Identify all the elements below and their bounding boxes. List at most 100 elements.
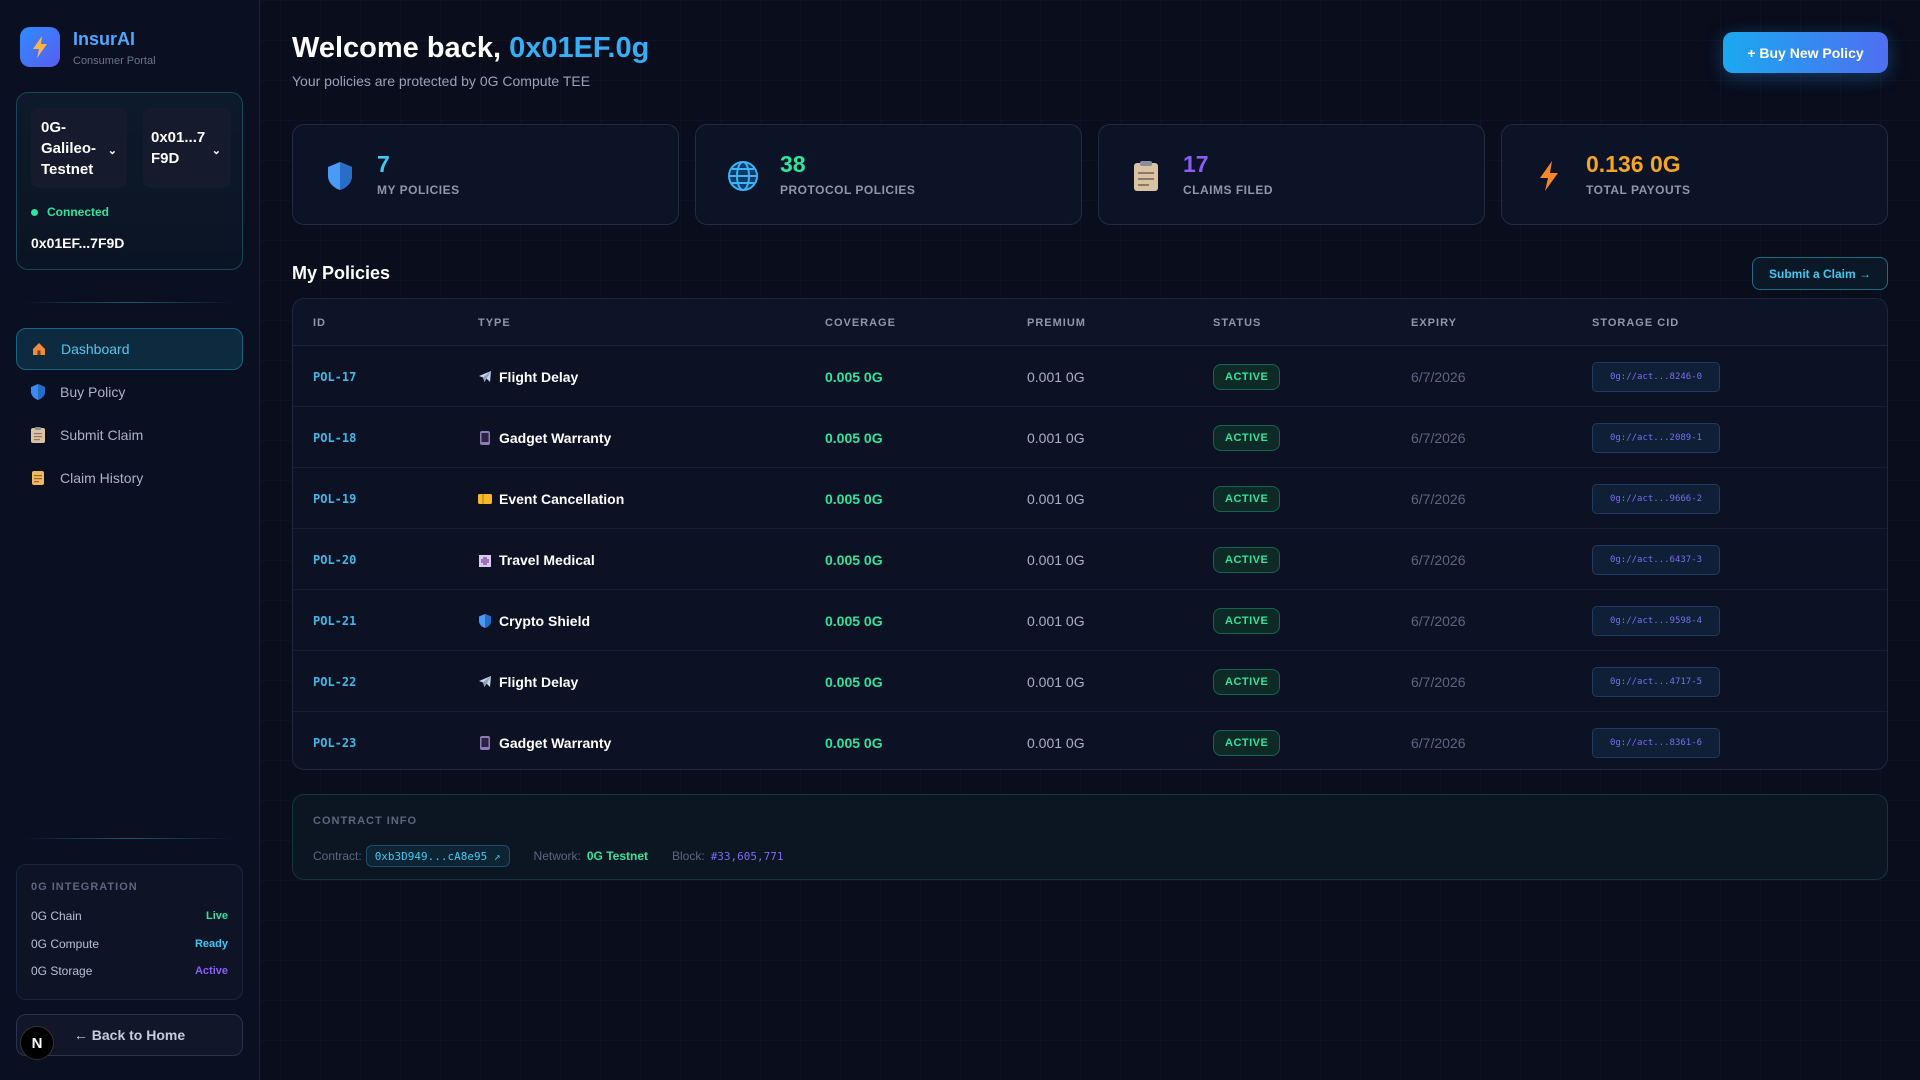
policy-coverage: 0.005 0G [825, 673, 883, 690]
stat-value: 17 [1183, 151, 1209, 177]
integration-label: 0G Storage [31, 964, 93, 978]
policy-status: ACTIVE [1213, 407, 1281, 468]
policy-expiry: 6/7/2026 [1411, 734, 1466, 751]
storage-cid-link[interactable]: 0g://act...8246-0 [1592, 361, 1720, 392]
main-content: Welcome back, 0x01EF.0g Your policies ar… [260, 0, 1920, 1080]
policy-id[interactable]: POL-20 [313, 529, 356, 590]
lightning-logo-icon [20, 27, 60, 67]
policy-id[interactable]: POL-21 [313, 590, 356, 651]
status-badge: ACTIVE [1213, 607, 1281, 634]
storage-cid-link[interactable]: 0g://act...6437-3 [1592, 544, 1720, 575]
brand[interactable]: InsurAI Consumer Portal [20, 27, 156, 67]
table-row[interactable]: POL-20 Travel Medical 0.005 0G 0.001 0G ACTI… [293, 529, 1887, 590]
divider [22, 302, 236, 303]
chevron-down-icon: ⌄ [211, 145, 221, 157]
integration-label: 0G Compute [31, 937, 100, 951]
policy-type: Flight Delay [478, 651, 578, 712]
account-selector[interactable]: 0x01...7F9D ⌄ [143, 108, 231, 188]
contract-address-link[interactable]: 0xb3D949...cA8e95 ↗ [365, 845, 510, 867]
ticket-icon [478, 492, 492, 506]
username: 0x01EF.0g [509, 32, 650, 64]
brand-name: InsurAI [73, 28, 136, 49]
sidebar-item-submit-claim[interactable]: Submit Claim [16, 414, 243, 456]
contract-info-panel: CONTRACT INFO Contract: 0xb3D949...cA8e9… [292, 794, 1888, 880]
sidebar-item-dashboard[interactable]: Dashboard [16, 328, 243, 370]
policy-type-label: Gadget Warranty [499, 734, 612, 751]
network-selector[interactable]: 0G-Galileo-Testnet ⌄ [31, 108, 127, 188]
table-row[interactable]: POL-19 Event Cancellation 0.005 0G 0.001 0G… [293, 468, 1887, 529]
sidebar-item-label: Dashboard [61, 341, 130, 357]
network-value: 0G Testnet [586, 849, 648, 863]
policy-id[interactable]: POL-17 [313, 346, 356, 407]
policy-id[interactable]: POL-23 [313, 712, 356, 769]
clipboard-icon [30, 427, 46, 443]
policy-expiry: 6/7/2026 [1411, 490, 1466, 507]
policy-premium: 0.001 0G [1027, 612, 1085, 629]
policy-status: ACTIVE [1213, 468, 1281, 529]
integration-status: Ready [194, 938, 228, 950]
stat-card-claims-filed: 17 CLAIMS FILED [1098, 124, 1485, 225]
policy-type: Gadget Warranty [478, 407, 611, 468]
policy-storage-cid: 0g://act...8246-0 [1592, 346, 1720, 407]
stat-label: TOTAL PAYOUTS [1586, 183, 1691, 197]
buy-new-policy-button[interactable]: + Buy New Policy [1723, 32, 1888, 73]
storage-cid-link[interactable]: 0g://act...4717-5 [1592, 666, 1720, 697]
sidebar-item-claim-history[interactable]: Claim History [16, 457, 243, 499]
table-row[interactable]: POL-21 Crypto Shield 0.005 0G 0.001 0G ACTIV… [293, 590, 1887, 651]
integration-panel: 0G INTEGRATION 0G Chain Live 0G Compute … [16, 864, 243, 1000]
policy-type-label: Flight Delay [499, 673, 579, 690]
policy-id[interactable]: POL-19 [313, 468, 356, 529]
table-row[interactable]: POL-18 Gadget Warranty 0.005 0G 0.001 0G ACT… [293, 407, 1887, 468]
policy-status: ACTIVE [1213, 529, 1281, 590]
stat-card-protocol-policies: 38 PROTOCOL POLICIES [695, 124, 1082, 225]
storage-cid-link[interactable]: 0g://act...9666-2 [1592, 483, 1720, 514]
policy-coverage: 0.005 0G [825, 368, 883, 385]
table-row[interactable]: POL-17 Flight Delay 0.005 0G 0.001 0G ACTIVE… [293, 346, 1887, 407]
policy-expiry: 6/7/2026 [1411, 612, 1466, 629]
policy-status: ACTIVE [1213, 651, 1281, 712]
stat-label: MY POLICIES [377, 183, 460, 197]
integration-title: 0G INTEGRATION [31, 881, 138, 893]
policy-premium: 0.001 0G [1027, 673, 1085, 690]
submit-claim-button[interactable]: Submit a Claim → [1752, 257, 1888, 290]
policy-storage-cid: 0g://act...4717-5 [1592, 651, 1720, 712]
brand-subtitle: Consumer Portal [73, 54, 156, 67]
policy-status: ACTIVE [1213, 712, 1281, 769]
column-header: STATUS [1213, 317, 1262, 329]
policy-type-label: Flight Delay [499, 368, 579, 385]
storage-cid-link[interactable]: 0g://act...9598-4 [1592, 605, 1720, 636]
stat-label: CLAIMS FILED [1183, 183, 1273, 197]
contract-info-title: CONTRACT INFO [313, 815, 418, 827]
sidebar-nav: Dashboard Buy Policy Submit Claim Claim … [16, 328, 243, 500]
sidebar-item-buy-policy[interactable]: Buy Policy [16, 371, 243, 413]
column-header: TYPE [478, 317, 511, 329]
section-title: My Policies [292, 263, 391, 283]
stat-value: 38 [780, 151, 806, 177]
n-badge-icon[interactable]: N [20, 1026, 54, 1060]
policy-id[interactable]: POL-18 [313, 407, 356, 468]
stat-card-total-payouts: 0.136 0G TOTAL PAYOUTS [1501, 124, 1888, 225]
table-header: ID TYPE COVERAGE PREMIUM STATUS EXPIRY S… [293, 299, 1887, 346]
integration-row: 0G Compute Ready [31, 935, 228, 953]
policy-storage-cid: 0g://act...9666-2 [1592, 468, 1720, 529]
shield-icon [323, 159, 357, 193]
table-row[interactable]: POL-22 Flight Delay 0.005 0G 0.001 0G ACTIVE… [293, 651, 1887, 712]
storage-cid-link[interactable]: 0g://act...8361-6 [1592, 727, 1720, 758]
policy-id[interactable]: POL-22 [313, 651, 356, 712]
shield-icon [30, 384, 46, 400]
page-title: Welcome back, 0x01EF.0g [292, 32, 649, 65]
policy-type-label: Crypto Shield [499, 612, 591, 629]
policy-coverage: 0.005 0G [825, 734, 883, 751]
policy-type: Flight Delay [478, 346, 578, 407]
sidebar: InsurAI Consumer Portal 0G-Galileo-Testn… [0, 0, 260, 1080]
storage-cid-link[interactable]: 0g://act...2089-1 [1592, 422, 1720, 453]
contract-info-row: Contract: 0xb3D949...cA8e95 ↗ Network: 0… [313, 845, 784, 867]
policy-premium: 0.001 0G [1027, 734, 1085, 751]
policy-storage-cid: 0g://act...2089-1 [1592, 407, 1720, 468]
policy-storage-cid: 0g://act...9598-4 [1592, 590, 1720, 651]
table-row[interactable]: POL-23 Gadget Warranty 0.005 0G 0.001 0G ACT… [293, 712, 1887, 769]
policy-type: Crypto Shield [478, 590, 590, 651]
policy-storage-cid: 0g://act...6437-3 [1592, 529, 1720, 590]
policy-type: Event Cancellation [478, 468, 624, 529]
policy-expiry: 6/7/2026 [1411, 551, 1466, 568]
